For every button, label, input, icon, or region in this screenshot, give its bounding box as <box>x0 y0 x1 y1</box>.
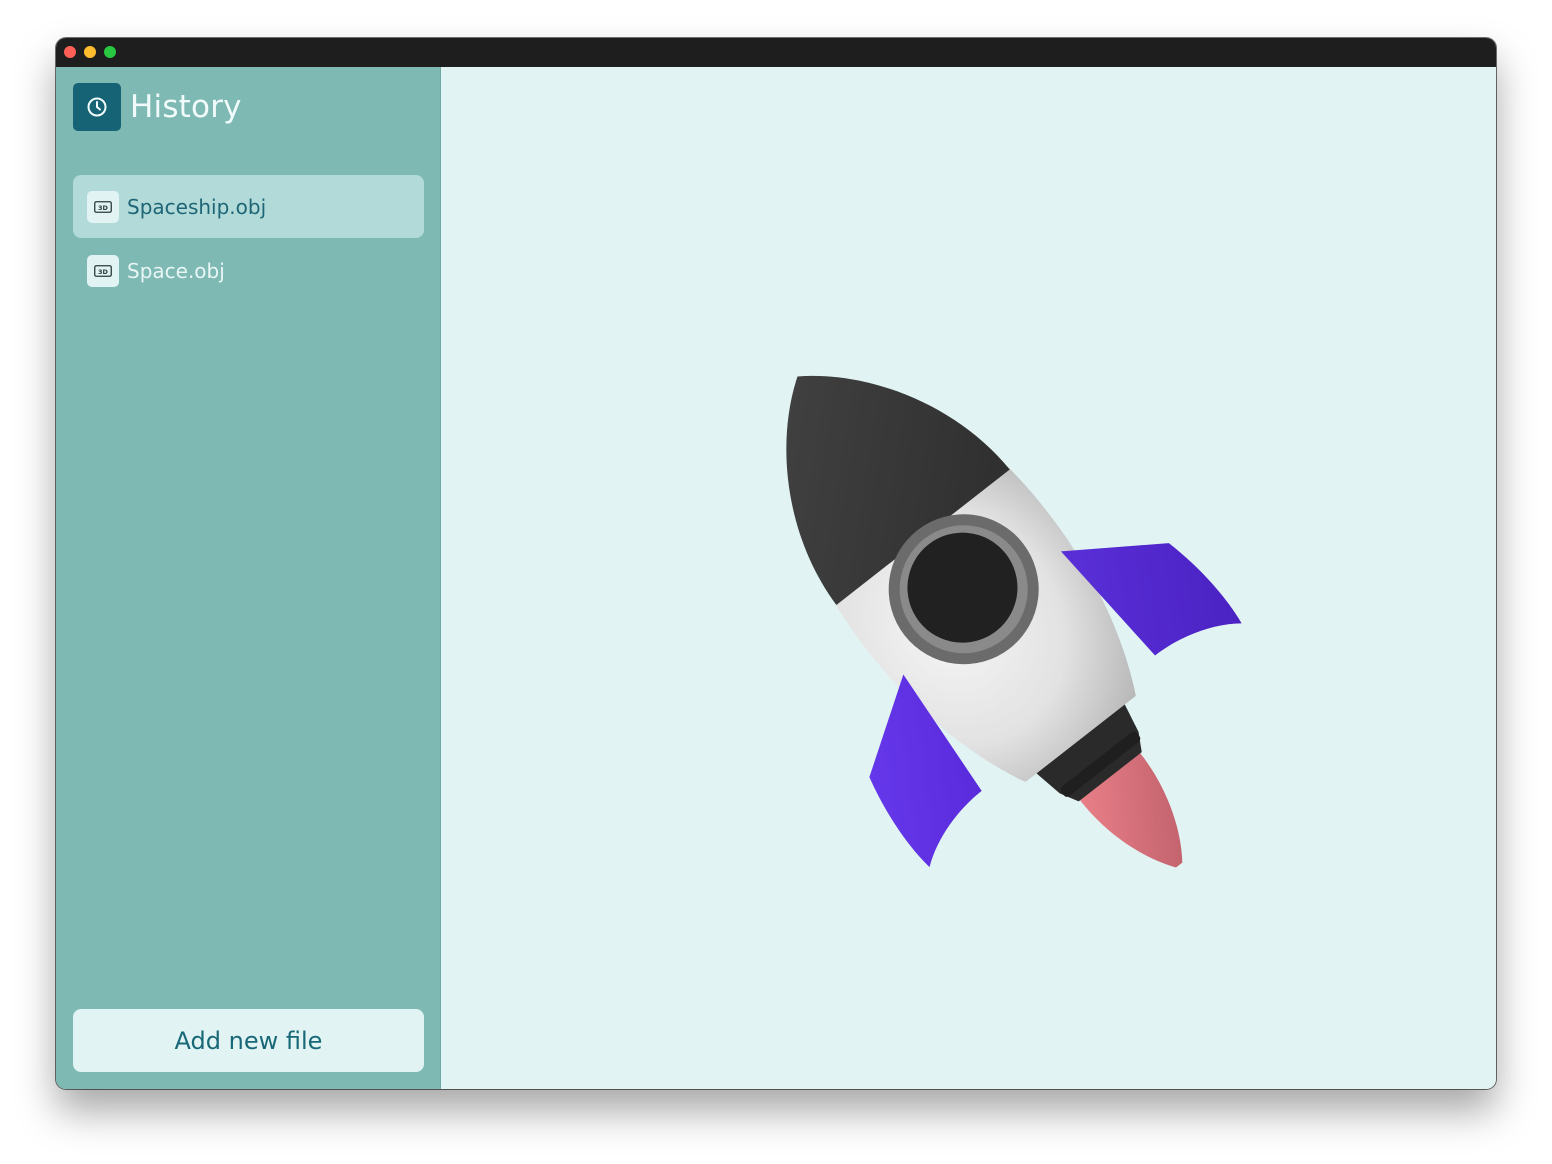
file-item-space[interactable]: 3D Space.obj <box>73 239 424 302</box>
file-item-spaceship[interactable]: 3D Spaceship.obj <box>73 175 424 238</box>
app-window: History 3D Spaceship.obj 3D Space.obj Ad… <box>56 38 1496 1089</box>
rocket-3d-model[interactable] <box>441 67 1496 1089</box>
3d-file-icon: 3D <box>87 190 119 223</box>
sidebar-title: History <box>130 89 242 125</box>
minimize-window-button[interactable] <box>84 46 96 58</box>
file-list: 3D Spaceship.obj 3D Space.obj <box>73 175 424 303</box>
file-item-label: Space.obj <box>127 258 225 283</box>
close-window-button[interactable] <box>64 46 76 58</box>
history-sidebar: History 3D Spaceship.obj 3D Space.obj Ad… <box>56 67 441 1089</box>
zoom-window-button[interactable] <box>104 46 116 58</box>
svg-text:3D: 3D <box>98 203 109 211</box>
clock-icon <box>73 83 121 131</box>
title-bar <box>56 38 1496 67</box>
3d-file-icon: 3D <box>87 254 119 287</box>
svg-text:3D: 3D <box>98 267 109 275</box>
file-item-label: Spaceship.obj <box>127 194 267 219</box>
3d-viewport[interactable] <box>441 67 1496 1089</box>
sidebar-header: History <box>73 83 242 131</box>
add-new-file-button[interactable]: Add new file <box>73 1009 424 1072</box>
